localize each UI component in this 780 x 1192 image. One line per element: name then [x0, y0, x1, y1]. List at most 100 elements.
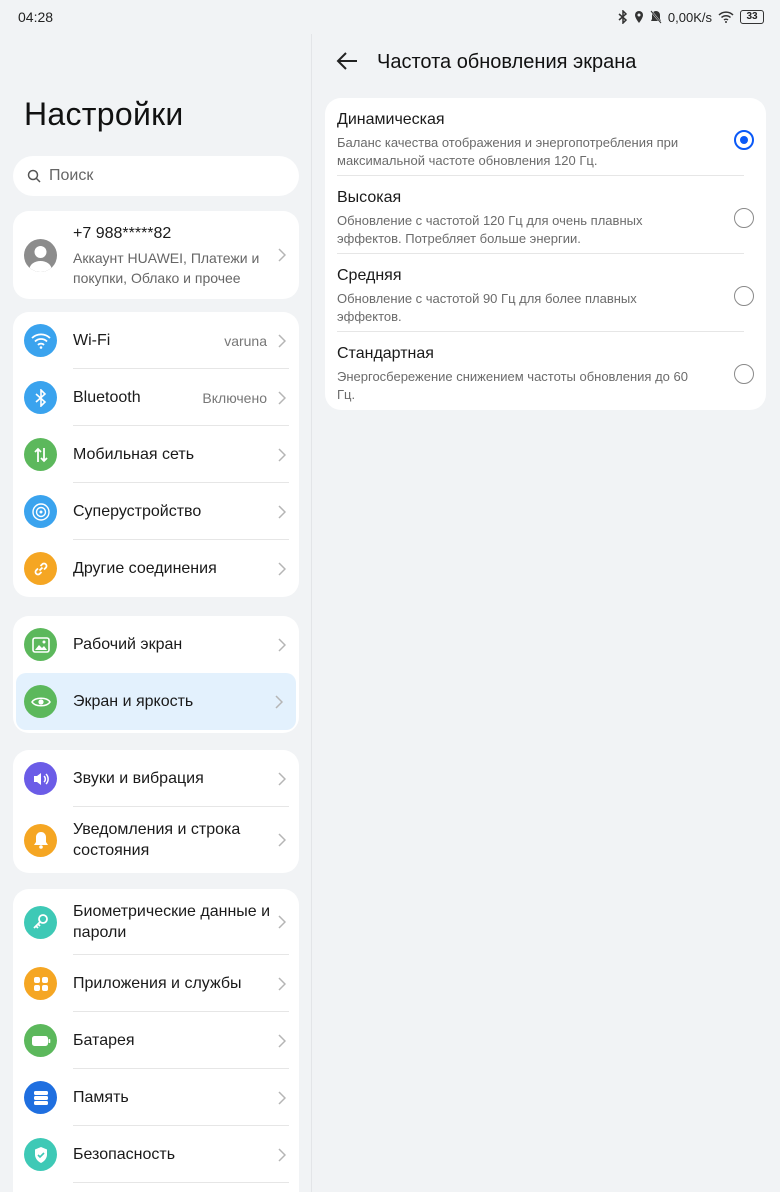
refresh-rate-options: Динамическая Баланс качества отображения… — [325, 98, 766, 410]
key-icon — [24, 905, 57, 939]
bluetooth-status-icon — [618, 10, 628, 24]
location-icon — [634, 11, 643, 23]
chevron-right-icon — [273, 561, 291, 576]
account-phone: +7 988*****82 — [73, 224, 172, 242]
option-medium[interactable]: Средняя Обновление с частотой 90 Гц для … — [337, 254, 754, 332]
sidebar-item-apps[interactable]: Приложения и службы — [13, 955, 299, 1012]
search-icon — [27, 169, 41, 183]
chevron-right-icon — [273, 504, 291, 519]
search-input[interactable]: Поиск — [13, 156, 299, 196]
option-title: Средняя — [337, 267, 402, 284]
sidebar-item-label: Батарея — [73, 1032, 135, 1049]
battery-indicator: 33 — [740, 10, 764, 24]
radio-unselected[interactable] — [734, 364, 754, 384]
sidebar-item-label: Приложения и службы — [73, 975, 242, 992]
apps-icon — [24, 967, 57, 1000]
sidebar-item-other-connections[interactable]: Другие соединения — [13, 540, 299, 597]
battery-icon — [24, 1024, 57, 1057]
chevron-right-icon — [273, 333, 291, 348]
sidebar-item-storage[interactable]: Память — [13, 1069, 299, 1126]
option-title: Высокая — [337, 189, 402, 206]
display-card: Рабочий экран Экран и яркость — [13, 616, 299, 733]
sidebar-item-label: Wi-Fi — [73, 332, 111, 349]
radio-unselected[interactable] — [734, 208, 754, 228]
option-description: Баланс качества отображения и энергопотр… — [337, 135, 679, 168]
eye-icon — [24, 685, 57, 718]
chevron-right-icon — [273, 1090, 291, 1105]
sidebar-item-label: Суперустройство — [73, 503, 202, 520]
account-row[interactable]: +7 988*****82 Аккаунт HUAWEI, Платежи и … — [13, 211, 299, 299]
option-description: Энергосбережение снижением частоты обнов… — [337, 369, 688, 402]
wifi-icon — [24, 324, 57, 357]
chevron-right-icon — [273, 976, 291, 991]
sidebar-item-display-brightness[interactable]: Экран и яркость — [16, 673, 296, 730]
storage-icon — [24, 1081, 57, 1114]
status-time: 04:28 — [18, 9, 54, 25]
bell-icon — [24, 823, 57, 857]
wifi-status-icon — [718, 11, 734, 23]
sidebar-item-battery[interactable]: Батарея — [13, 1012, 299, 1069]
sidebar-item-label: Bluetooth — [73, 389, 141, 406]
avatar — [24, 238, 57, 272]
link-icon — [24, 552, 57, 585]
radio-selected[interactable] — [734, 130, 754, 150]
sidebar-item-biometrics[interactable]: Биометрические данные и пароли — [13, 889, 299, 955]
network-speed: 0,00K/s — [667, 9, 712, 25]
option-title: Стандартная — [337, 345, 434, 362]
chevron-right-icon — [273, 390, 291, 405]
page-title: Частота обновления экрана — [377, 51, 637, 73]
chevron-right-icon — [273, 637, 291, 652]
wallpaper-icon — [24, 628, 57, 661]
option-description: Обновление с частотой 90 Гц для более пл… — [337, 291, 637, 324]
sidebar-item-label: Уведомления и строка состояния — [73, 821, 241, 859]
account-subtitle: Аккаунт HUAWEI, Платежи и покупки, Облак… — [73, 249, 260, 286]
sidebar-item-security[interactable]: Безопасность — [13, 1126, 299, 1183]
sidebar-item-label: Мобильная сеть — [73, 446, 195, 463]
sidebar-item-label: Память — [73, 1089, 129, 1106]
mobile-data-icon — [24, 438, 57, 471]
option-title: Динамическая — [337, 111, 445, 128]
sidebar-item-super-device[interactable]: Суперустройство — [13, 483, 299, 540]
sidebar-item-sounds[interactable]: Звуки и вибрация — [13, 750, 299, 807]
page-title: Настройки — [24, 96, 184, 132]
sidebar-item-label: Биометрические данные и пароли — [73, 903, 271, 941]
chevron-right-icon — [273, 915, 291, 929]
chevron-right-icon — [273, 771, 291, 786]
bluetooth-value: Включено — [202, 389, 267, 406]
sound-notification-card: Звуки и вибрация Уведомления и строка со… — [13, 750, 299, 873]
sidebar-item-label: Экран и яркость — [73, 693, 194, 710]
option-standard[interactable]: Стандартная Энергосбережение снижением ч… — [337, 332, 754, 410]
chevron-right-icon — [273, 1033, 291, 1048]
chevron-right-icon — [273, 248, 291, 262]
mute-bell-icon — [650, 10, 662, 24]
status-bar: 04:28 0,00K/s 33 — [0, 0, 780, 34]
back-arrow-icon — [336, 52, 357, 70]
system-card: Биометрические данные и пароли Приложени… — [13, 889, 299, 1192]
search-placeholder: Поиск — [49, 167, 94, 184]
sidebar-item-label: Безопасность — [73, 1146, 176, 1163]
sidebar-item-label: Звуки и вибрация — [73, 770, 204, 787]
shield-icon — [24, 1138, 57, 1171]
bluetooth-icon — [24, 381, 57, 414]
connections-card: Wi-Fi varuna Bluetooth Включено Мобильна… — [13, 312, 299, 597]
back-button[interactable] — [336, 51, 358, 76]
account-card[interactable]: +7 988*****82 Аккаунт HUAWEI, Платежи и … — [13, 211, 299, 299]
sidebar-item-mobile-network[interactable]: Мобильная сеть — [13, 426, 299, 483]
sidebar-item-label: Рабочий экран — [73, 636, 183, 653]
sidebar-item-home-screen[interactable]: Рабочий экран — [13, 616, 299, 673]
wifi-value: varuna — [224, 332, 267, 349]
sidebar-item-label: Другие соединения — [73, 560, 217, 577]
option-dynamic[interactable]: Динамическая Баланс качества отображения… — [337, 98, 754, 176]
sidebar-item-wifi[interactable]: Wi-Fi varuna — [13, 312, 299, 369]
chevron-right-icon — [273, 447, 291, 462]
chevron-right-icon — [273, 833, 291, 847]
settings-pane: Настройки Поиск +7 988*****82 Аккаунт HU… — [0, 34, 311, 1192]
chevron-right-icon — [270, 694, 288, 709]
radio-unselected[interactable] — [734, 286, 754, 306]
refresh-rate-pane: Частота обновления экрана Динамическая Б… — [312, 34, 780, 1192]
option-high[interactable]: Высокая Обновление с частотой 120 Гц для… — [337, 176, 754, 254]
option-description: Обновление с частотой 120 Гц для очень п… — [337, 213, 643, 246]
chevron-right-icon — [273, 1147, 291, 1162]
sidebar-item-notifications[interactable]: Уведомления и строка состояния — [13, 807, 299, 873]
sidebar-item-bluetooth[interactable]: Bluetooth Включено — [13, 369, 299, 426]
